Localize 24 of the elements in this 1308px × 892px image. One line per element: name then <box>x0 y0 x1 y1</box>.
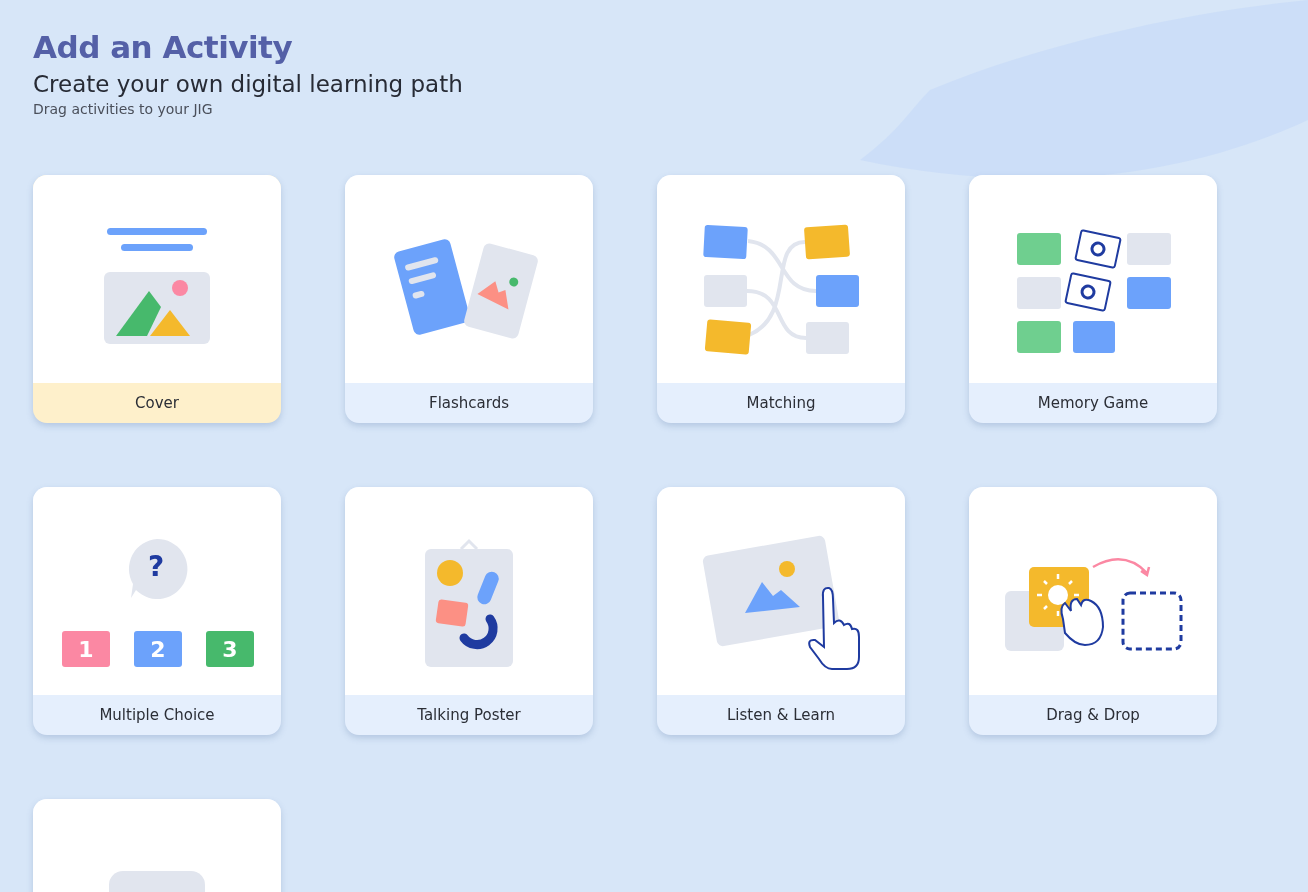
activity-label: Cover <box>134 393 180 414</box>
instruction-text: Drag activities to your JIG <box>33 101 214 117</box>
activity-label: Matching <box>745 393 817 414</box>
answer-option: 1 <box>62 631 110 667</box>
activity-card[interactable]: Cover <box>33 175 281 423</box>
activity-card[interactable]: Drag & Drop <box>969 487 1217 735</box>
activity-label: Talking Poster <box>416 705 522 726</box>
page-title: Add an Activity <box>33 28 294 66</box>
question-mark: ? <box>148 551 165 583</box>
answer-option: 3 <box>206 631 254 667</box>
activity-label: Multiple Choice <box>98 705 216 726</box>
activity-card[interactable]: Listen & Learn <box>657 487 905 735</box>
activity-card[interactable]: Matching <box>657 175 905 423</box>
page-subtitle: Create your own digital learning path <box>33 70 464 99</box>
activity-label: Listen & Learn <box>725 705 837 726</box>
activity-card[interactable]: Flashcards <box>345 175 593 423</box>
activity-card[interactable]: ? 1 2 3 Multiple Choice <box>33 487 281 735</box>
activity-label: Drag & Drop <box>1045 705 1141 726</box>
activity-card[interactable]: Memory Game <box>969 175 1217 423</box>
answer-option: 2 <box>134 631 182 667</box>
speech-bubble-icon <box>128 539 188 599</box>
activity-label: Memory Game <box>1036 393 1150 414</box>
activity-label: Flashcards <box>428 393 510 414</box>
activity-card[interactable]: Talking Poster <box>345 487 593 735</box>
